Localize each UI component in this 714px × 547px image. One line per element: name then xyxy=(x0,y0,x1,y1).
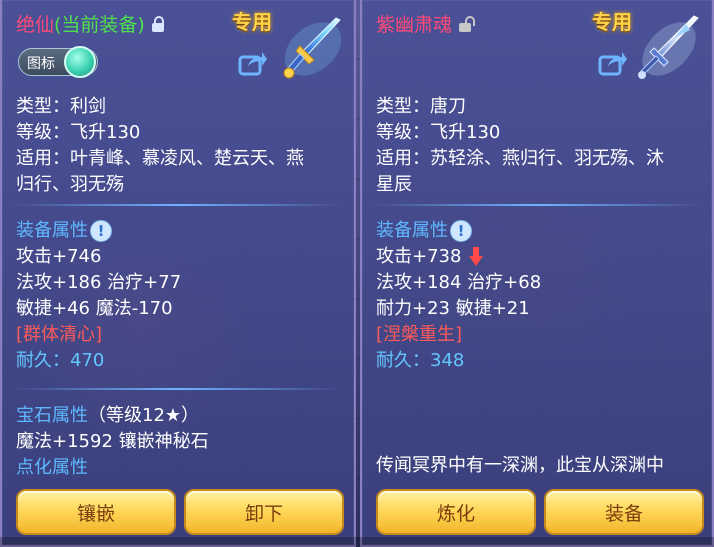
left-skill: [群体清心] xyxy=(16,324,103,345)
current-equipped-tag: (当前装备) xyxy=(54,14,145,36)
left-durability: 耐久：470 xyxy=(16,348,181,374)
right-exclusive-label: 专用 xyxy=(592,10,632,34)
left-gem-section: 宝石属性（等级12★） 魔法+1592 镶嵌神秘石 点化属性 xyxy=(16,403,209,481)
left-gem-header: 宝石属性（等级12★） xyxy=(16,403,209,429)
right-applicable-line1: 适用：苏轻涂、燕归行、羽无殇、沐 xyxy=(376,148,664,169)
divider xyxy=(12,388,342,390)
left-item-name: 绝仙 xyxy=(16,14,55,36)
left-exclusive-label: 专用 xyxy=(232,10,272,34)
share-icon[interactable] xyxy=(598,50,628,76)
right-attack-row: 攻击+738 xyxy=(376,244,541,270)
left-attr-header-label: 装备属性 xyxy=(16,220,88,241)
compare-item-panel: 紫幽肃魂 专用 类型：唐刀 等级：飞升130 适用：苏轻涂、燕归行、羽无殇、沐 … xyxy=(360,0,714,547)
left-durability-value: 470 xyxy=(70,350,105,371)
down-arrow-icon xyxy=(469,247,484,266)
left-level: 等级：飞升130 xyxy=(16,122,141,143)
toggle-knob xyxy=(64,46,96,78)
left-durability-label: 耐久： xyxy=(16,350,70,371)
right-type: 类型：唐刀 xyxy=(376,96,466,117)
right-magic-heal: 法攻+184 治疗+68 xyxy=(376,272,542,293)
right-title-row: 紫幽肃魂 xyxy=(376,10,476,37)
refine-header: 点化属性 xyxy=(16,457,88,478)
info-icon[interactable]: ! xyxy=(90,220,112,242)
right-durability-value: 348 xyxy=(430,350,465,371)
gem-head-label: 宝石属性 xyxy=(16,405,88,426)
left-type: 类型：利剑 xyxy=(16,96,106,117)
blade-icon xyxy=(638,15,699,79)
equipped-item-panel: 绝仙 (当前装备) 专用 图标 类型：利剑 等级：飞升130 适用：叶青峰、慕凌… xyxy=(0,0,356,547)
icon-toggle[interactable]: 图标 xyxy=(18,46,98,78)
right-attr-header: 装备属性 ! xyxy=(376,218,541,244)
left-attributes: 装备属性 ! 攻击+746 法攻+186 治疗+77 敏捷+46 魔法-170 … xyxy=(16,218,181,374)
left-applicable-line1: 适用：叶青峰、慕凌风、楚云天、燕 xyxy=(16,148,304,169)
bottom-strip xyxy=(0,537,714,547)
left-magic-heal: 法攻+186 治疗+77 xyxy=(16,272,182,293)
right-lore: 传闻冥界中有一深渊，此宝从深渊中 xyxy=(376,453,664,479)
left-item-info: 类型：利剑 等级：飞升130 适用：叶青峰、慕凌风、楚云天、燕 归行、羽无殇 xyxy=(16,94,304,198)
refine-button[interactable]: 炼化 xyxy=(376,489,536,535)
right-durability-label: 耐久： xyxy=(376,350,430,371)
left-applicable-line2: 归行、羽无殇 xyxy=(16,174,124,195)
lock-open-icon[interactable] xyxy=(458,15,476,32)
right-level: 等级：飞升130 xyxy=(376,122,501,143)
left-attr-header: 装备属性 ! xyxy=(16,218,181,244)
right-durability: 耐久：348 xyxy=(376,348,541,374)
share-icon[interactable] xyxy=(238,50,268,76)
gem-level: （等级12★） xyxy=(88,405,200,426)
equip-button[interactable]: 装备 xyxy=(544,489,704,535)
right-applicable-line2: 星辰 xyxy=(376,174,412,195)
unequip-button[interactable]: 卸下 xyxy=(184,489,344,535)
left-title-row: 绝仙 (当前装备) xyxy=(16,10,165,37)
right-item-info: 类型：唐刀 等级：飞升130 适用：苏轻涂、燕归行、羽无殇、沐 星辰 xyxy=(376,94,664,198)
info-icon[interactable]: ! xyxy=(450,220,472,242)
inlay-button[interactable]: 镶嵌 xyxy=(16,489,176,535)
right-stamina-agility: 耐力+23 敏捷+21 xyxy=(376,298,530,319)
lore-text: 传闻冥界中有一深渊，此宝从深渊中 xyxy=(376,455,664,476)
icon-toggle-label: 图标 xyxy=(27,56,55,72)
gem-stats: 魔法+1592 镶嵌神秘石 xyxy=(16,431,209,452)
divider xyxy=(12,204,342,206)
right-attributes: 装备属性 ! 攻击+738 法攻+184 治疗+68 耐力+23 敏捷+21 [… xyxy=(376,218,541,374)
divider xyxy=(372,204,702,206)
right-skill: [涅槃重生] xyxy=(376,324,463,345)
right-item-name: 紫幽肃魂 xyxy=(376,14,453,36)
left-agility-mana: 敏捷+46 魔法-170 xyxy=(16,298,173,319)
sword-icon xyxy=(283,17,342,79)
right-attr-header-label: 装备属性 xyxy=(376,220,448,241)
lock-closed-icon[interactable] xyxy=(151,15,165,32)
left-attack: 攻击+746 xyxy=(16,246,102,267)
right-attack: 攻击+738 xyxy=(376,246,462,267)
